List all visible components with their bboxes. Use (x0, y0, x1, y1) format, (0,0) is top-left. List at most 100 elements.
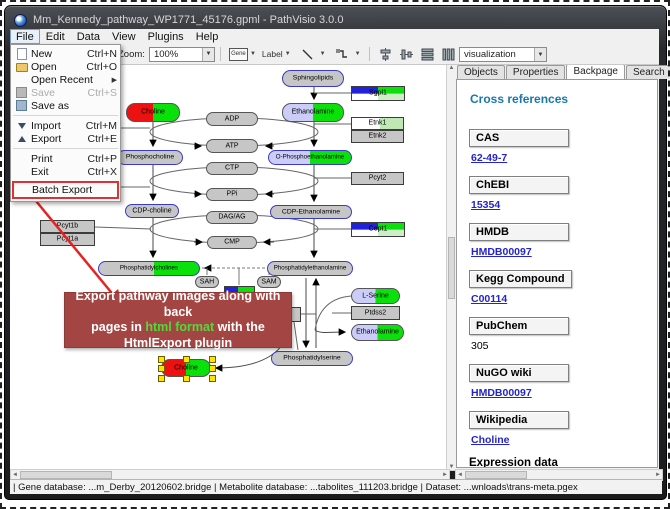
menu-bar: FileEditDataViewPluginsHelp (10, 29, 659, 45)
visualization-combobox[interactable]: visualization ▼ (459, 47, 547, 62)
scrollbar-thumb[interactable] (465, 471, 527, 479)
connector-tool-button[interactable]: ▼ (330, 46, 363, 62)
menubar-item-view[interactable]: View (106, 30, 142, 43)
scroll-right-icon[interactable]: ► (442, 472, 448, 478)
menu-item-label: Save as (31, 100, 117, 112)
node-phosphocholine[interactable]: Phosphocholine (117, 150, 183, 165)
title-bar[interactable]: Mm_Kennedy_pathway_WP1771_45176.gpml - P… (14, 11, 644, 29)
scroll-up-icon[interactable]: ▲ (449, 65, 455, 71)
node-label: SAM (261, 278, 276, 285)
tab-objects[interactable]: Objects (457, 65, 505, 79)
xref-link[interactable]: 15354 (471, 199, 645, 211)
node-sgpl1[interactable]: Sgpl1 (351, 86, 405, 101)
node-phosphatidylcholines[interactable]: Phosphatidylcholines (98, 261, 200, 276)
node-label: Pcyt1b (57, 223, 78, 230)
chevron-down-icon[interactable]: ▼ (320, 51, 326, 57)
selection-handle[interactable] (209, 375, 216, 382)
chevron-down-icon[interactable]: ▼ (202, 48, 214, 61)
chevron-down-icon[interactable]: ▼ (534, 48, 546, 61)
scrollbar-thumb[interactable] (448, 237, 455, 299)
selection-handle[interactable] (209, 356, 216, 363)
node-pcyt2[interactable]: Pcyt2 (351, 172, 404, 185)
node-pcyt1a[interactable]: Pcyt1a (40, 233, 95, 246)
xref-link[interactable]: HMDB00097 (471, 387, 645, 399)
node-sah[interactable]: SAH (195, 276, 219, 288)
menu-item-open[interactable]: OpenCtrl+O (11, 60, 120, 73)
node-sam[interactable]: SAM (257, 276, 281, 288)
xref-title: Kegg Compound (469, 270, 572, 288)
zoom-combobox[interactable]: 100% ▼ (149, 47, 215, 62)
scroll-left-icon[interactable]: ◄ (457, 472, 463, 478)
tab-backpage[interactable]: Backpage (566, 64, 624, 79)
line-tool-button[interactable]: ▼ (295, 46, 328, 62)
selection-handle[interactable] (158, 356, 165, 363)
node-pcyt1b[interactable]: Pcyt1b (40, 220, 95, 233)
chevron-down-icon[interactable]: ▼ (355, 51, 361, 57)
menubar-item-data[interactable]: Data (71, 30, 106, 43)
selection-handle[interactable] (183, 356, 190, 363)
menu-item-label: Import (31, 120, 82, 132)
node-ctp[interactable]: CTP (206, 162, 258, 175)
xref-section-wikipedia: WikipediaCholine (469, 410, 645, 446)
menubar-item-help[interactable]: Help (190, 30, 225, 43)
node-cdp-ethanolamine[interactable]: CDP-Ethanolamine (270, 205, 352, 219)
selection-handle[interactable] (158, 365, 165, 372)
gene-node-icon: Gene (229, 48, 248, 61)
xref-link[interactable]: 62-49-7 (471, 152, 645, 164)
xref-section-cas: CAS62-49-7 (469, 128, 645, 164)
node-atp[interactable]: ATP (206, 139, 258, 153)
xref-link[interactable]: Choline (471, 434, 645, 446)
node-phosphatidylethanolamine[interactable]: Phosphatidylethanolamine (267, 261, 353, 276)
selection-handle[interactable] (158, 375, 165, 382)
node-cdp-choline[interactable]: CDP-choline (125, 204, 179, 218)
node-choline[interactable]: Choline (126, 103, 180, 122)
node-sphingolipids[interactable]: Sphingolipids (282, 70, 344, 87)
node-etnk1[interactable]: Etnk1 (351, 117, 404, 130)
node-o-phosphoethanolamine[interactable]: O-Phosphoethanolamine (268, 150, 352, 165)
menu-item-import[interactable]: ImportCtrl+M (11, 119, 120, 132)
node-l-serine[interactable]: L-Serine (351, 288, 400, 304)
menu-item-new[interactable]: NewCtrl+N (11, 47, 120, 60)
tab-properties[interactable]: Properties (506, 65, 566, 79)
selection-handle[interactable] (183, 375, 190, 382)
xref-link[interactable]: C00114 (471, 293, 645, 305)
selection-handle[interactable] (209, 365, 216, 372)
menubar-item-plugins[interactable]: Plugins (142, 30, 190, 43)
chevron-down-icon[interactable]: ▼ (250, 51, 256, 57)
menu-item-exit[interactable]: ExitCtrl+X (11, 165, 120, 178)
menubar-item-file[interactable]: File (10, 29, 40, 44)
node-etnk2[interactable]: Etnk2 (351, 130, 404, 143)
node-cmp[interactable]: CMP (207, 236, 257, 249)
distribute-vertical-icon[interactable] (420, 47, 435, 62)
scroll-right-icon[interactable]: ► (655, 472, 661, 478)
node-ppi[interactable]: PPi (206, 188, 258, 201)
node-ethanolamine[interactable]: Ethanolamine (351, 324, 404, 341)
node-dag-ag[interactable]: DAG/AG (206, 211, 258, 224)
menu-item-export[interactable]: ExportCtrl+E (11, 132, 120, 145)
menu-item-print[interactable]: PrintCtrl+P (11, 152, 120, 165)
node-ptdss2[interactable]: Ptdss2 (351, 306, 400, 320)
xref-title: ChEBI (469, 176, 569, 194)
menu-item-label: Export (31, 133, 84, 145)
align-center-vertical-icon[interactable] (399, 47, 414, 62)
node-ethanolamine[interactable]: Ethanolamine (282, 103, 344, 122)
menu-item-save[interactable]: SaveCtrl+S (11, 86, 120, 99)
scroll-left-icon[interactable]: ◄ (12, 472, 18, 478)
menu-item-batch-export[interactable]: Batch Export (12, 181, 119, 199)
node-cept1[interactable]: Cept1 (351, 222, 405, 237)
scrollbar-thumb[interactable] (20, 471, 112, 479)
new-datanode-button[interactable]: Gene ▼ (227, 46, 258, 62)
menu-item-save-as[interactable]: Save as (11, 99, 120, 112)
menu-item-open-recent[interactable]: Open Recent▶ (11, 73, 120, 86)
node-phosphatidylserine[interactable]: Phosphatidylserine (271, 351, 353, 366)
xref-link[interactable]: HMDB00097 (471, 246, 645, 258)
new-label-button[interactable]: Label ▼ (260, 46, 293, 62)
distribute-horizontal-icon[interactable] (441, 47, 456, 62)
menu-separator (13, 148, 118, 149)
backpage-content[interactable]: Cross references CAS62-49-7ChEBI15354HMD… (456, 79, 658, 468)
node-adp[interactable]: ADP (206, 112, 258, 126)
chevron-down-icon[interactable]: ▼ (285, 51, 291, 57)
menubar-item-edit[interactable]: Edit (40, 30, 71, 43)
align-center-horizontal-icon[interactable] (378, 47, 393, 62)
tab-search[interactable]: Search (626, 65, 670, 79)
